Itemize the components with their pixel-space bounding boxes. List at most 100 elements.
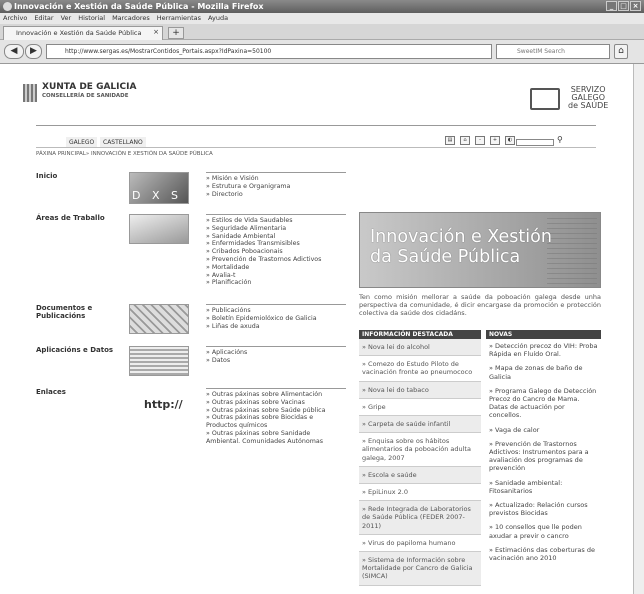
minimize-button[interactable]: _ (606, 1, 617, 11)
text-smaller-icon[interactable]: - (475, 136, 485, 145)
areas-image (129, 214, 189, 244)
featured-column: INFORMACIÓN DESTACADA » Nova lei do alco… (359, 330, 481, 586)
page-viewport: XUNTA DE GALICIA CONSELLERÍA DE SANIDADE… (0, 64, 633, 594)
home-icon: ⌂ (618, 46, 624, 56)
print-icon[interactable]: ▤ (445, 136, 455, 145)
news-item[interactable]: » Estimacións das coberturas de vacinaci… (486, 543, 601, 565)
new-tab-button[interactable]: + (168, 27, 184, 39)
xunta-logo-icon (23, 84, 37, 102)
link-item[interactable]: Productos químicos (206, 422, 346, 430)
news-item[interactable]: » Detección precoz do VIH: Proba Rápida … (486, 339, 601, 361)
search-bar[interactable]: SweetIM Search (496, 44, 610, 59)
menu-bar: Archivo Editar Ver Historial Marcadores … (0, 13, 644, 24)
news-item[interactable]: » Vaga de calor (486, 423, 601, 437)
text-larger-icon[interactable]: + (490, 136, 500, 145)
inicio-image-text: D X S P (132, 189, 182, 215)
menu-editar[interactable]: Editar (34, 14, 53, 24)
menu-herramientas[interactable]: Herramientas (157, 14, 201, 24)
link-item[interactable]: » Planificación (206, 279, 346, 287)
menu-archivo[interactable]: Archivo (3, 14, 27, 24)
back-button[interactable]: ◀ (4, 44, 24, 59)
link-item[interactable]: » Cribados Poboacionais (206, 248, 346, 256)
breadcrumb: PÁXINA PRINCIPAL» INNOVACIÓN E XESTIÓN D… (36, 151, 213, 157)
link-estrutura[interactable]: » Estrutura e Organigrama (206, 183, 346, 191)
page-tools: ▤ ⌂ - + ◐ (445, 136, 515, 145)
window-controls: _ □ × (606, 1, 641, 11)
banner-pattern (547, 216, 597, 284)
link-item[interactable]: » Outras páxinas sobre Vacinas (206, 399, 346, 407)
forward-button[interactable]: ▶ (25, 44, 42, 59)
menu-ayuda[interactable]: Ayuda (208, 14, 228, 24)
news-item[interactable]: » Prevención de Trastornos Adictivos: In… (486, 437, 601, 476)
link-item[interactable]: » Sanidade Ambiental (206, 233, 346, 241)
vertical-scrollbar[interactable] (633, 64, 644, 594)
section-links: » Misión e Visión » Estrutura e Organigr… (206, 172, 346, 198)
link-item[interactable]: » Prevención de Trastornos Adictivos (206, 256, 346, 264)
featured-item[interactable]: » Nova lei do alcohol (359, 339, 481, 357)
featured-item[interactable]: » Escola e saúde (359, 466, 481, 485)
news-item[interactable]: » Programa Galego de Detección Precoz do… (486, 384, 601, 423)
forward-arrow-icon: ▶ (30, 46, 37, 56)
featured-heading: INFORMACIÓN DESTACADA (359, 330, 481, 339)
link-item[interactable]: » Aplicacións (206, 349, 346, 357)
home-button[interactable]: ⌂ (614, 44, 628, 59)
section-links: » Publicacións » Boletín Epidemiolóxico … (206, 304, 346, 330)
link-item[interactable]: » Outras páxinas sobre Sanidade (206, 430, 346, 438)
window-titlebar: Innovación e Xestión da Saúde Pública - … (0, 0, 644, 13)
link-item[interactable]: » Liñas de axuda (206, 323, 346, 331)
link-directorio[interactable]: » Directorio (206, 191, 346, 199)
tab-close-icon[interactable]: × (153, 28, 159, 36)
link-item[interactable]: » Seguridade Alimentaria (206, 225, 346, 233)
section-title: Áreas de Traballo (36, 214, 105, 222)
section-links: » Estilos de Vida Saudables » Seguridade… (206, 214, 346, 287)
enlaces-image-text: http:// (144, 398, 183, 411)
maximize-button[interactable]: □ (618, 1, 629, 11)
link-item[interactable]: » Publicacións (206, 307, 346, 315)
link-item[interactable]: » Outras páxinas sobre Alimentación (206, 391, 346, 399)
intro-text: Ten como misión mellorar a saúde da pobo… (359, 293, 601, 318)
section-title: Aplicacións e Datos (36, 346, 114, 354)
section-title: Documentos e Publicacións (36, 304, 93, 320)
tab-label: Innovación e Xestión da Saúde Pública (16, 29, 142, 37)
featured-item[interactable]: » Rede Integrada de Laboratorios de Saúd… (359, 501, 481, 535)
contrast-icon[interactable]: ◐ (505, 136, 515, 145)
link-item[interactable]: » Datos (206, 357, 346, 365)
menu-historial[interactable]: Historial (78, 14, 105, 24)
news-column: NOVAS » Detección precoz do VIH: Proba R… (486, 330, 601, 566)
news-item[interactable]: » 10 consellos que lle poden axudar a pr… (486, 520, 601, 542)
featured-item[interactable]: » Virus do papiloma humano (359, 535, 481, 553)
home-page-icon[interactable]: ⌂ (460, 136, 470, 145)
featured-item[interactable]: » Sistema de Información sobre Mortalida… (359, 552, 481, 586)
news-item[interactable]: » Sanidade ambiental: Fitosanitarios (486, 476, 601, 498)
url-bar[interactable]: http://www.sergas.es/MostrarContidos_Por… (46, 44, 492, 59)
link-item[interactable]: » Mortalidade (206, 264, 346, 272)
featured-item[interactable]: » Gripe (359, 399, 481, 417)
lang-galego[interactable]: GALEGO (66, 137, 98, 147)
featured-item[interactable]: » Enquisa sobre os hábitos alimentarios … (359, 433, 481, 467)
featured-item[interactable]: » Comezo do Estudo Piloto de vacinación … (359, 356, 481, 382)
link-item[interactable]: Ambiental. Comunidades Autónomas (206, 438, 346, 446)
search-placeholder: SweetIM Search (517, 48, 565, 55)
section-links: » Outras páxinas sobre Alimentación » Ou… (206, 388, 346, 446)
link-item[interactable]: » Boletín Epidemiolóxico de Galicia (206, 315, 346, 323)
link-item[interactable]: » Enfermidades Transmisibles (206, 240, 346, 248)
close-window-button[interactable]: × (630, 1, 641, 11)
section-links: » Aplicacións » Datos (206, 346, 346, 365)
site-search-input[interactable] (516, 139, 554, 146)
featured-item[interactable]: » EpiLinux 2.0 (359, 484, 481, 502)
lang-castellano[interactable]: CASTELLANO (100, 137, 146, 147)
news-item[interactable]: » Actualizado: Relación cursos previstos… (486, 498, 601, 520)
site-search-icon[interactable]: ⚲ (557, 135, 563, 144)
link-mision[interactable]: » Misión e Visión (206, 175, 346, 183)
tab-current[interactable]: Innovación e Xestión da Saúde Pública × (3, 26, 163, 40)
menu-ver[interactable]: Ver (61, 14, 72, 24)
banner-line: da Saúde Pública (370, 247, 521, 267)
section-title: Enlaces (36, 388, 66, 396)
news-item[interactable]: » Mapa de zonas de baño de Galicia (486, 361, 601, 383)
menu-marcadores[interactable]: Marcadores (112, 14, 150, 24)
featured-item[interactable]: » Carpeta de saúde infantil (359, 416, 481, 434)
link-item[interactable]: » Estilos de Vida Saudables (206, 217, 346, 225)
banner-title: Innovación e Xestión da Saúde Pública (370, 227, 552, 267)
inicio-image: D X S P (129, 172, 189, 215)
featured-item[interactable]: » Nova lei do tabaco (359, 381, 481, 399)
